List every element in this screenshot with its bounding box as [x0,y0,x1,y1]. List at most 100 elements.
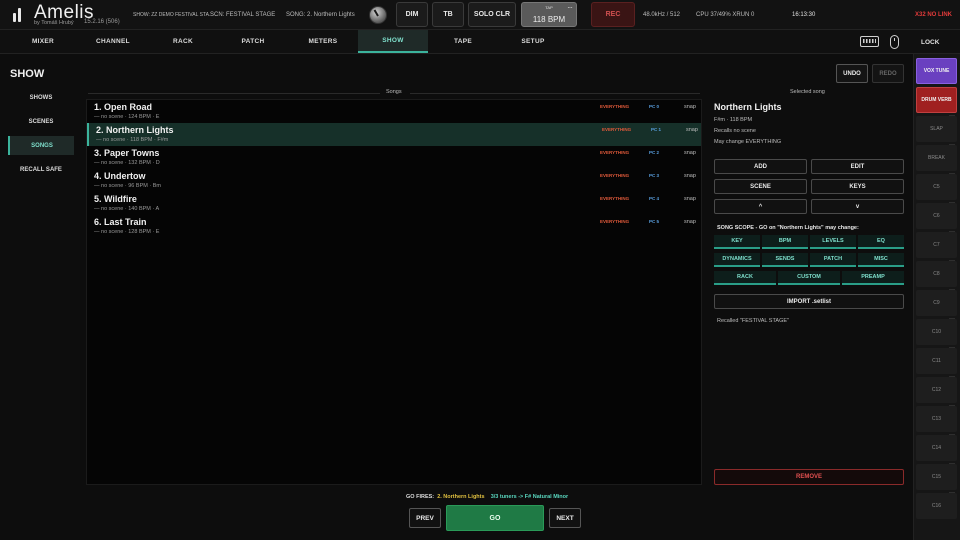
song-row[interactable]: 4. Undertow — no scene · 96 BPM · Bm EVE… [87,169,701,192]
move-up-button[interactable]: ^ [714,199,807,214]
scope-toggle-preamp[interactable]: PREAMP [842,271,904,285]
snap-button[interactable]: snap [684,219,696,225]
scope-toggle-patch[interactable]: PATCH [810,253,856,267]
add-song-button[interactable]: ADD [714,159,807,174]
song-row[interactable]: 1. Open Road — no scene · 124 BPM · E EV… [87,100,701,123]
mouse-icon[interactable] [890,35,899,49]
current-scene[interactable]: SCN: FESTIVAL STAGE [210,12,275,18]
snap-button[interactable]: snap [684,196,696,202]
current-show[interactable]: SHOW: ZZ DEMO FESTIVAL STA... [133,12,213,18]
sidebar-item-shows[interactable]: SHOWS [8,88,74,107]
strip-button-c13[interactable]: ··· C13 [916,403,957,432]
strip-button-c9[interactable]: ··· C9 [916,287,957,316]
remove-song-button[interactable]: REMOVE [714,469,904,485]
strip-button-drum-verb[interactable]: DRUM VERB [916,87,957,113]
sidebar-item-recall-safe[interactable]: RECALL SAFE [8,160,74,179]
solo-clear-button[interactable]: SOLO CLR [468,2,516,27]
scope-toggle-custom[interactable]: CUSTOM [778,271,840,285]
more-icon[interactable]: ··· [949,229,955,235]
lock-button[interactable]: LOCK [921,30,939,54]
song-row[interactable]: 5. Wildfire — no scene · 140 BPM · A EVE… [87,192,701,215]
redo-button[interactable]: REDO [872,64,904,83]
master-knob-icon[interactable] [369,6,387,24]
page-title: SHOW [10,68,45,80]
go-fires-song: 2. Northern Lights [437,494,485,500]
tab-mixer[interactable]: MIXER [12,30,74,53]
record-button[interactable]: REC [591,2,635,27]
snap-button[interactable]: snap [686,127,698,133]
song-title: 2. Northern Lights [96,125,174,135]
keys-button[interactable]: KEYS [811,179,904,194]
more-icon[interactable]: ··· [949,461,955,467]
strip-button-c7[interactable]: ··· C7 [916,229,957,258]
edit-song-button[interactable]: EDIT [811,159,904,174]
strip-button-c6[interactable]: ··· C6 [916,200,957,229]
more-icon[interactable]: ··· [949,490,955,496]
import-setlist-button[interactable]: IMPORT .setlist [714,294,904,309]
link-status[interactable]: X32 NO LINK [915,12,952,18]
strip-button-c15[interactable]: ··· C15 [916,461,957,490]
tap-tempo-button[interactable]: TAP 118 BPM ··· [521,2,577,27]
snap-button[interactable]: snap [684,173,696,179]
strip-button-slap[interactable]: ··· SLAP [916,113,957,142]
more-icon[interactable]: ··· [567,3,573,12]
more-icon[interactable]: ··· [949,316,955,322]
keyboard-icon[interactable] [860,36,879,47]
tab-tape[interactable]: TAPE [430,30,496,53]
more-icon[interactable]: ··· [949,287,955,293]
strip-button-c14[interactable]: ··· C14 [916,432,957,461]
undo-button[interactable]: UNDO [836,64,868,83]
more-icon[interactable]: ··· [949,171,955,177]
more-icon[interactable]: ··· [949,432,955,438]
strip-button-c11[interactable]: ··· C11 [916,345,957,374]
song-row[interactable]: 2. Northern Lights — no scene · 118 BPM … [87,123,701,146]
more-icon[interactable]: ··· [949,113,955,119]
scope-toggle-eq[interactable]: EQ [858,235,904,249]
scope-toggle-levels[interactable]: LEVELS [810,235,856,249]
sidebar-item-scenes[interactable]: SCENES [8,112,74,131]
scene-button[interactable]: SCENE [714,179,807,194]
scope-toggle-sends[interactable]: SENDS [762,253,808,267]
more-icon[interactable]: ··· [949,345,955,351]
go-button[interactable]: GO [446,505,544,531]
tab-setup[interactable]: SETUP [500,30,566,53]
tab-rack[interactable]: RACK [150,30,216,53]
scope-toggle-misc[interactable]: MISC [858,253,904,267]
snap-button[interactable]: snap [684,150,696,156]
snap-button[interactable]: snap [684,104,696,110]
current-song[interactable]: SONG: 2. Northern Lights [286,12,355,18]
sidebar-item-songs[interactable]: SONGS [8,136,74,155]
tab-show[interactable]: SHOW [358,30,428,53]
song-scope-tag: EVERYTHING [600,196,630,201]
move-down-button[interactable]: v [811,199,904,214]
talkback-button[interactable]: TB [432,2,464,27]
more-icon[interactable]: ··· [949,142,955,148]
song-row[interactable]: 6. Last Train — no scene · 128 BPM · E E… [87,215,701,238]
strip-button-break[interactable]: ··· BREAK [916,142,957,171]
scope-toggle-dynamics[interactable]: DYNAMICS [714,253,760,267]
strip-button-c10[interactable]: ··· C10 [916,316,957,345]
strip-button-vox-tune[interactable]: VOX TUNE [916,58,957,84]
more-icon[interactable]: ··· [949,374,955,380]
cpu-meter: CPU 37/49% XRUN 0 [696,12,755,18]
tab-patch[interactable]: PATCH [220,30,286,53]
scope-toggle-bpm[interactable]: BPM [762,235,808,249]
dim-button[interactable]: DIM [396,2,428,27]
strip-button-c8[interactable]: ··· C8 [916,258,957,287]
song-meta: — no scene · 118 BPM · F#m [96,137,169,143]
more-icon[interactable]: ··· [949,258,955,264]
next-button[interactable]: NEXT [549,508,581,528]
song-row[interactable]: 3. Paper Towns — no scene · 132 BPM · D … [87,146,701,169]
more-icon[interactable]: ··· [949,403,955,409]
scope-toggle-key[interactable]: KEY [714,235,760,249]
strip-button-c16[interactable]: ··· C16 [916,490,957,519]
strip-button-c12[interactable]: ··· C12 [916,374,957,403]
more-icon[interactable]: ··· [949,200,955,206]
tab-channel[interactable]: CHANNEL [80,30,146,53]
scope-toggle-rack[interactable]: RACK [714,271,776,285]
song-program-change: PC 4 [649,196,660,201]
prev-button[interactable]: PREV [409,508,441,528]
strip-button-c5[interactable]: ··· C5 [916,171,957,200]
tab-meters[interactable]: METERS [290,30,356,53]
song-meta: — no scene · 96 BPM · Bm [94,183,161,189]
